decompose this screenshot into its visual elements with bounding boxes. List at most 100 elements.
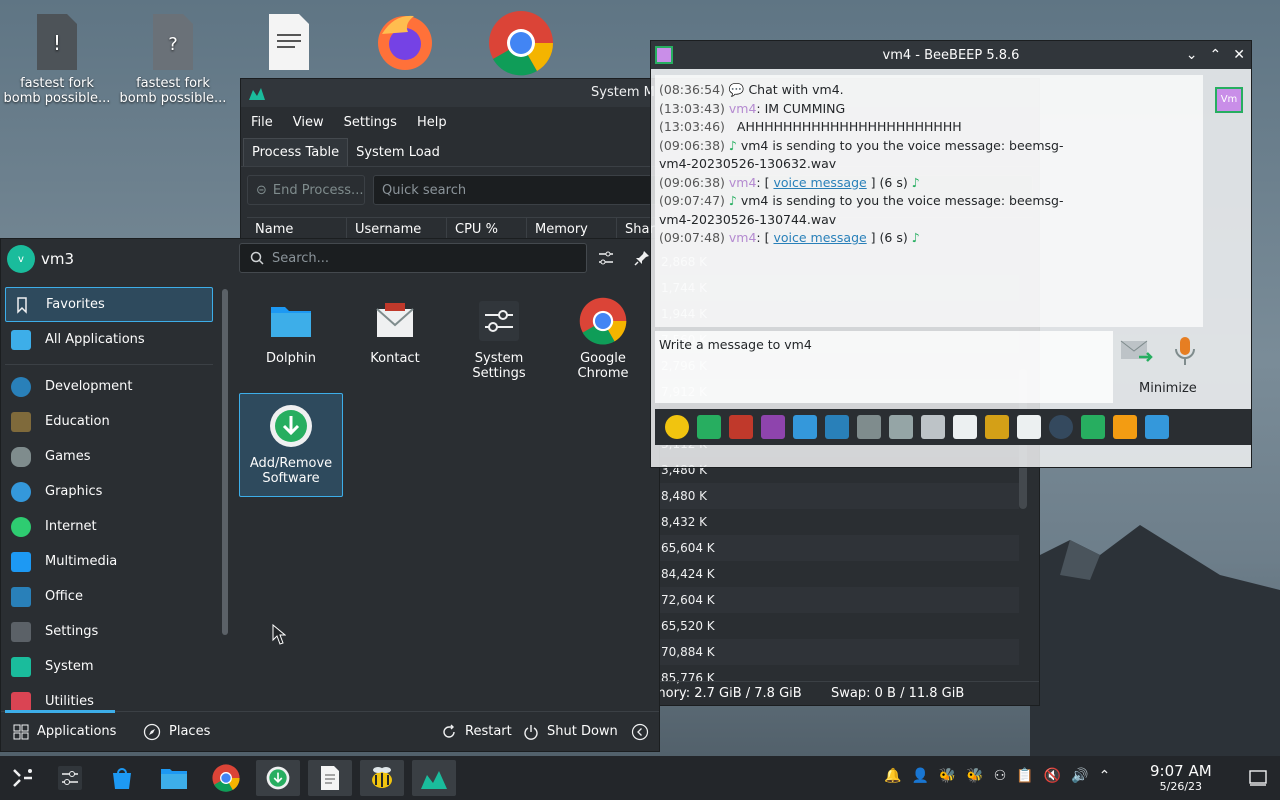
desktop-text-file[interactable] xyxy=(234,4,344,76)
voice-note-icon[interactable] xyxy=(921,415,945,439)
kickoff-launcher-button[interactable] xyxy=(0,760,44,796)
taskbar-dolphin[interactable] xyxy=(152,760,196,796)
menu-help[interactable]: Help xyxy=(407,115,457,130)
screenshot-icon[interactable] xyxy=(1049,415,1073,439)
taskbar-beebeep[interactable] xyxy=(360,760,404,796)
app-dolphin[interactable]: Dolphin xyxy=(239,289,343,393)
taskbar-system-settings[interactable] xyxy=(48,760,92,796)
taskbar-text-editor[interactable] xyxy=(308,760,352,796)
category-scrollbar[interactable] xyxy=(222,289,228,635)
taskbar-system-monitor[interactable] xyxy=(412,760,456,796)
applications-tab[interactable]: Applications xyxy=(13,724,116,740)
desktop-firefox[interactable] xyxy=(350,2,460,76)
desktop-file-fork-bomb-1[interactable]: ! fastest fork bomb possible... xyxy=(2,4,112,106)
app-kontact[interactable]: Kontact xyxy=(343,289,447,393)
places-label: Places xyxy=(169,724,211,739)
desktop-chrome[interactable] xyxy=(466,2,576,80)
send-file-icon[interactable] xyxy=(953,415,977,439)
app-label-line1: System xyxy=(474,351,524,366)
voice-message-link[interactable]: voice message xyxy=(773,230,866,245)
beebeep-chat-window[interactable]: vm4 - BeeBEEP 5.8.6 ⌄ ⌃ ✕ (08:36:54) 💬 C… xyxy=(650,40,1252,468)
microphone-icon[interactable] xyxy=(1173,335,1197,367)
menu-view[interactable]: View xyxy=(283,115,334,130)
menu-settings[interactable]: Settings xyxy=(334,115,407,130)
places-tab[interactable]: Places xyxy=(143,723,210,741)
beebeep-tray-icon[interactable]: 🐝 xyxy=(939,768,956,784)
clear-chat-icon[interactable] xyxy=(1145,415,1169,439)
configure-icon[interactable] xyxy=(597,249,615,267)
restart-label: Restart xyxy=(465,724,512,739)
network-icon[interactable]: ⚇ xyxy=(994,768,1007,784)
close-window-icon[interactable]: ✕ xyxy=(1233,47,1245,63)
voice-play-icon[interactable]: ♪ xyxy=(912,230,920,245)
message-input[interactable]: Write a message to vm4 xyxy=(655,331,1113,403)
category-system[interactable]: System xyxy=(5,649,213,684)
app-google-chrome[interactable]: Google Chrome xyxy=(551,289,655,393)
pin-icon[interactable] xyxy=(633,249,651,267)
voice-play-icon[interactable]: ♪ xyxy=(912,175,920,190)
category-office[interactable]: Office xyxy=(5,579,213,614)
plugins-icon[interactable] xyxy=(825,415,849,439)
tab-process-table[interactable]: Process Table xyxy=(243,138,349,166)
category-internet[interactable]: Internet xyxy=(5,509,213,544)
app-label-line1: Google xyxy=(580,351,626,366)
show-desktop-button[interactable] xyxy=(1236,760,1280,796)
text-font-icon[interactable] xyxy=(729,415,753,439)
category-education[interactable]: Education xyxy=(5,404,213,439)
category-all-applications[interactable]: All Applications xyxy=(5,322,213,357)
app-add-remove-software[interactable]: Add/Remove Software xyxy=(239,393,343,497)
tab-system-load[interactable]: System Load xyxy=(348,139,448,166)
end-process-button[interactable]: ⊝ End Process... xyxy=(247,175,365,205)
taskbar-chrome[interactable] xyxy=(204,760,248,796)
volume-icon[interactable]: 🔊 xyxy=(1071,768,1088,784)
text-color-icon[interactable] xyxy=(761,415,785,439)
spellcheck-icon[interactable] xyxy=(857,415,881,439)
user-switch-icon[interactable]: 👤 xyxy=(911,768,928,784)
email-icon[interactable] xyxy=(697,415,721,439)
category-graphics[interactable]: Graphics xyxy=(5,474,213,509)
send-folder-icon[interactable] xyxy=(985,415,1009,439)
beebeep-titlebar[interactable]: vm4 - BeeBEEP 5.8.6 ⌄ ⌃ ✕ xyxy=(651,41,1251,69)
chevron-up-icon[interactable]: ⌃ xyxy=(1099,768,1111,784)
show-desktop-icon xyxy=(1249,770,1267,786)
chat-history[interactable]: (08:36:54) 💬 Chat with vm4. (13:03:43) v… xyxy=(655,75,1203,327)
minimize-label[interactable]: Minimize xyxy=(1139,381,1197,396)
exec-file-icon: ! xyxy=(37,14,77,70)
applications-label: Applications xyxy=(37,724,117,739)
category-label: Education xyxy=(45,414,110,429)
beebeep-tray-icon-2[interactable]: 🐝 xyxy=(966,768,983,784)
send-message-icon[interactable] xyxy=(1119,337,1153,367)
category-settings[interactable]: Settings xyxy=(5,614,213,649)
save-chat-icon[interactable] xyxy=(1081,415,1105,439)
voice-message-link[interactable]: voice message xyxy=(773,175,866,190)
category-multimedia[interactable]: Multimedia xyxy=(5,544,213,579)
restart-button[interactable]: Restart xyxy=(441,724,512,740)
taskbar-discover[interactable] xyxy=(100,760,144,796)
avatar[interactable]: v xyxy=(7,245,35,273)
category-games[interactable]: Games xyxy=(5,439,213,474)
desktop-file-fork-bomb-2[interactable]: ? fastest fork bomb possible... xyxy=(118,4,228,106)
menu-file[interactable]: File xyxy=(241,115,283,130)
notifications-icon[interactable]: 🔔 xyxy=(884,768,901,784)
launcher-search-input[interactable]: Search... xyxy=(239,243,587,273)
app-system-settings[interactable]: System Settings xyxy=(447,289,551,393)
filter-icon[interactable] xyxy=(793,415,817,439)
category-favorites[interactable]: Favorites xyxy=(5,287,213,322)
html-code-icon[interactable] xyxy=(1017,415,1041,439)
digital-clock[interactable]: 9:07 AM 5/26/23 xyxy=(1150,764,1212,794)
svg-text:?: ? xyxy=(168,34,178,55)
maximize-window-icon[interactable]: ⌃ xyxy=(1210,47,1222,63)
taskbar-add-remove-software[interactable] xyxy=(256,760,300,796)
chat-line: (09:07:47) ♪ vm4 is sending to you the v… xyxy=(659,192,1199,211)
shutdown-button[interactable]: Shut Down xyxy=(523,724,618,740)
emoticon-icon[interactable] xyxy=(665,415,689,439)
clipboard-icon[interactable]: 📋 xyxy=(1016,768,1033,784)
dictionary-icon[interactable] xyxy=(889,415,913,439)
leave-menu-button[interactable] xyxy=(631,723,649,741)
user-vm-avatar[interactable]: Vm xyxy=(1215,87,1243,113)
category-label: Games xyxy=(45,449,91,464)
mute-icon[interactable]: 🔇 xyxy=(1044,768,1061,784)
category-development[interactable]: Development xyxy=(5,369,213,404)
note-icon[interactable] xyxy=(1113,415,1137,439)
minimize-window-icon[interactable]: ⌄ xyxy=(1186,47,1198,63)
